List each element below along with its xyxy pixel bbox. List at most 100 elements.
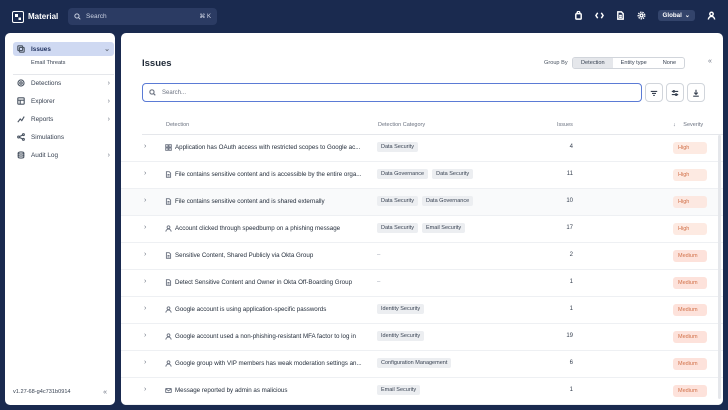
issue-count: 4 [569, 144, 573, 150]
sort-arrow-icon: ↓ [673, 122, 676, 128]
category-tag: Identity Security [377, 304, 425, 314]
global-search[interactable]: Search ⌘ K [68, 8, 217, 25]
table-row[interactable]: › File contains sensitive content and is … [121, 162, 723, 189]
category-tags: Email Security [377, 385, 421, 395]
column-header-severity-label: Severity [683, 122, 704, 128]
sidebar-item-detections[interactable]: Detections › [13, 76, 114, 90]
severity-badge: High [673, 223, 707, 235]
expand-row-icon[interactable]: › [144, 278, 146, 285]
chevron-right-icon: › [107, 97, 110, 105]
expand-row-icon[interactable]: › [144, 332, 146, 339]
scrollbar[interactable] [718, 135, 721, 399]
user-icon[interactable] [707, 11, 716, 20]
issue-count: 19 [566, 333, 573, 339]
category-tag: Data Security [377, 142, 419, 152]
grid-icon [165, 144, 172, 153]
expand-row-icon[interactable]: › [144, 305, 146, 312]
expand-row-icon[interactable]: › [144, 197, 146, 204]
download-icon [693, 89, 699, 97]
table-row[interactable]: › Message reported by admin as malicious E… [121, 378, 723, 405]
table-row[interactable]: › Detect Sensitive Content and Owner in O… [121, 270, 723, 297]
shopping-bag-icon[interactable] [574, 11, 583, 20]
main-panel: Issues Group By Detection Entity type No… [121, 33, 723, 405]
category-tag: Data Security [377, 223, 419, 233]
chevron-right-icon: › [107, 151, 110, 159]
chevron-down-icon: ⌄ [684, 12, 690, 19]
empty-category: – [377, 252, 381, 258]
detection-name: Account clicked through speedbump on a p… [175, 225, 341, 232]
detection-name: Detect Sensitive Content and Owner in Ok… [175, 279, 353, 286]
user-icon [165, 225, 172, 234]
category-tag: Data Governance [422, 196, 474, 206]
issues-search-input[interactable]: Search... [142, 83, 642, 102]
issue-count: 6 [569, 360, 573, 366]
collapse-panel-icon[interactable]: « [708, 58, 712, 65]
sidebar-item-label: Audit Log [31, 151, 59, 159]
expand-row-icon[interactable]: › [144, 386, 146, 393]
expand-row-icon[interactable]: › [144, 143, 146, 150]
category-tag: Data Security [377, 196, 419, 206]
table-row[interactable]: › Google account is using application-spe… [121, 297, 723, 324]
table-row[interactable]: › Account clicked through speedbump on a … [121, 216, 723, 243]
sidebar-item-issues[interactable]: Issues ⌄ [13, 42, 114, 56]
sidebar-item-label: Reports [31, 115, 54, 123]
category-tag: Email Security [422, 223, 466, 233]
table-row[interactable]: › Google account used a non-phishing-resi… [121, 324, 723, 351]
issue-count: 10 [566, 198, 573, 204]
app-title: Material [28, 12, 59, 21]
severity-badge: High [673, 169, 707, 181]
detection-name: File contains sensitive content and is a… [175, 171, 362, 178]
issue-count: 1 [569, 306, 573, 312]
severity-badge: Medium [673, 385, 707, 397]
app-logo[interactable]: Material [12, 10, 59, 23]
issues-search-placeholder: Search... [162, 89, 187, 96]
sidebar-item-explorer[interactable]: Explorer › [13, 94, 114, 108]
sidebar-item-reports[interactable]: Reports › [13, 112, 114, 126]
explorer-icon [17, 97, 25, 105]
mail-icon [165, 387, 172, 396]
column-header-category[interactable]: Detection Category [378, 122, 425, 128]
download-button[interactable] [687, 83, 705, 102]
expand-row-icon[interactable]: › [144, 224, 146, 231]
column-settings-button[interactable] [666, 83, 684, 102]
scope-selector[interactable]: Global ⌄ [657, 10, 695, 21]
column-header-detection[interactable]: Detection [166, 122, 189, 128]
sidebar-item-simulations[interactable]: Simulations [13, 130, 114, 144]
detection-name: Sensitive Content, Shared Publicly via O… [175, 252, 314, 259]
table-row[interactable]: › Sensitive Content, Shared Publicly via … [121, 243, 723, 270]
category-tags: Data Security [377, 142, 419, 152]
filter-button[interactable] [645, 83, 663, 102]
file-icon [165, 252, 172, 261]
column-header-issues[interactable]: Issues [557, 122, 573, 128]
code-icon[interactable] [594, 11, 604, 20]
table-row[interactable]: › Application has OAuth access with restr… [121, 135, 723, 162]
search-shortcut: ⌘ K [199, 14, 211, 20]
sidebar-item-label: Issues [31, 45, 51, 53]
empty-category: – [377, 279, 381, 285]
table-row[interactable]: › Google group with VIP members has weak … [121, 351, 723, 378]
issue-count: 1 [569, 279, 573, 285]
group-by-entity-type[interactable]: Entity type [613, 58, 655, 68]
group-by-none[interactable]: None [655, 58, 684, 68]
settings-icon[interactable] [637, 11, 646, 20]
table-row[interactable]: › File contains sensitive content and is … [121, 189, 723, 216]
expand-row-icon[interactable]: › [144, 359, 146, 366]
filter-icon [650, 90, 658, 96]
document-icon[interactable] [616, 11, 625, 20]
column-header-severity[interactable]: ↓ Severity [673, 122, 703, 128]
sidebar-subitem-email-threats[interactable]: Email Threats [31, 60, 65, 66]
search-placeholder: Search [86, 13, 107, 20]
expand-row-icon[interactable]: › [144, 251, 146, 258]
sidebar-item-audit-log[interactable]: Audit Log › [13, 148, 114, 162]
group-by-detection[interactable]: Detection [573, 58, 613, 68]
detection-name: Google account is using application-spec… [175, 306, 327, 313]
sidebar-item-label: Simulations [31, 133, 65, 141]
category-tag: Identity Security [377, 331, 425, 341]
expand-row-icon[interactable]: › [144, 170, 146, 177]
collapse-sidebar-icon[interactable]: « [103, 389, 107, 396]
severity-badge: Medium [673, 277, 707, 289]
category-tag: Email Security [377, 385, 421, 395]
issue-count: 1 [569, 387, 573, 393]
group-by-selector: Detection Entity type None [572, 57, 686, 69]
sidebar-item-label: Detections [31, 79, 62, 87]
